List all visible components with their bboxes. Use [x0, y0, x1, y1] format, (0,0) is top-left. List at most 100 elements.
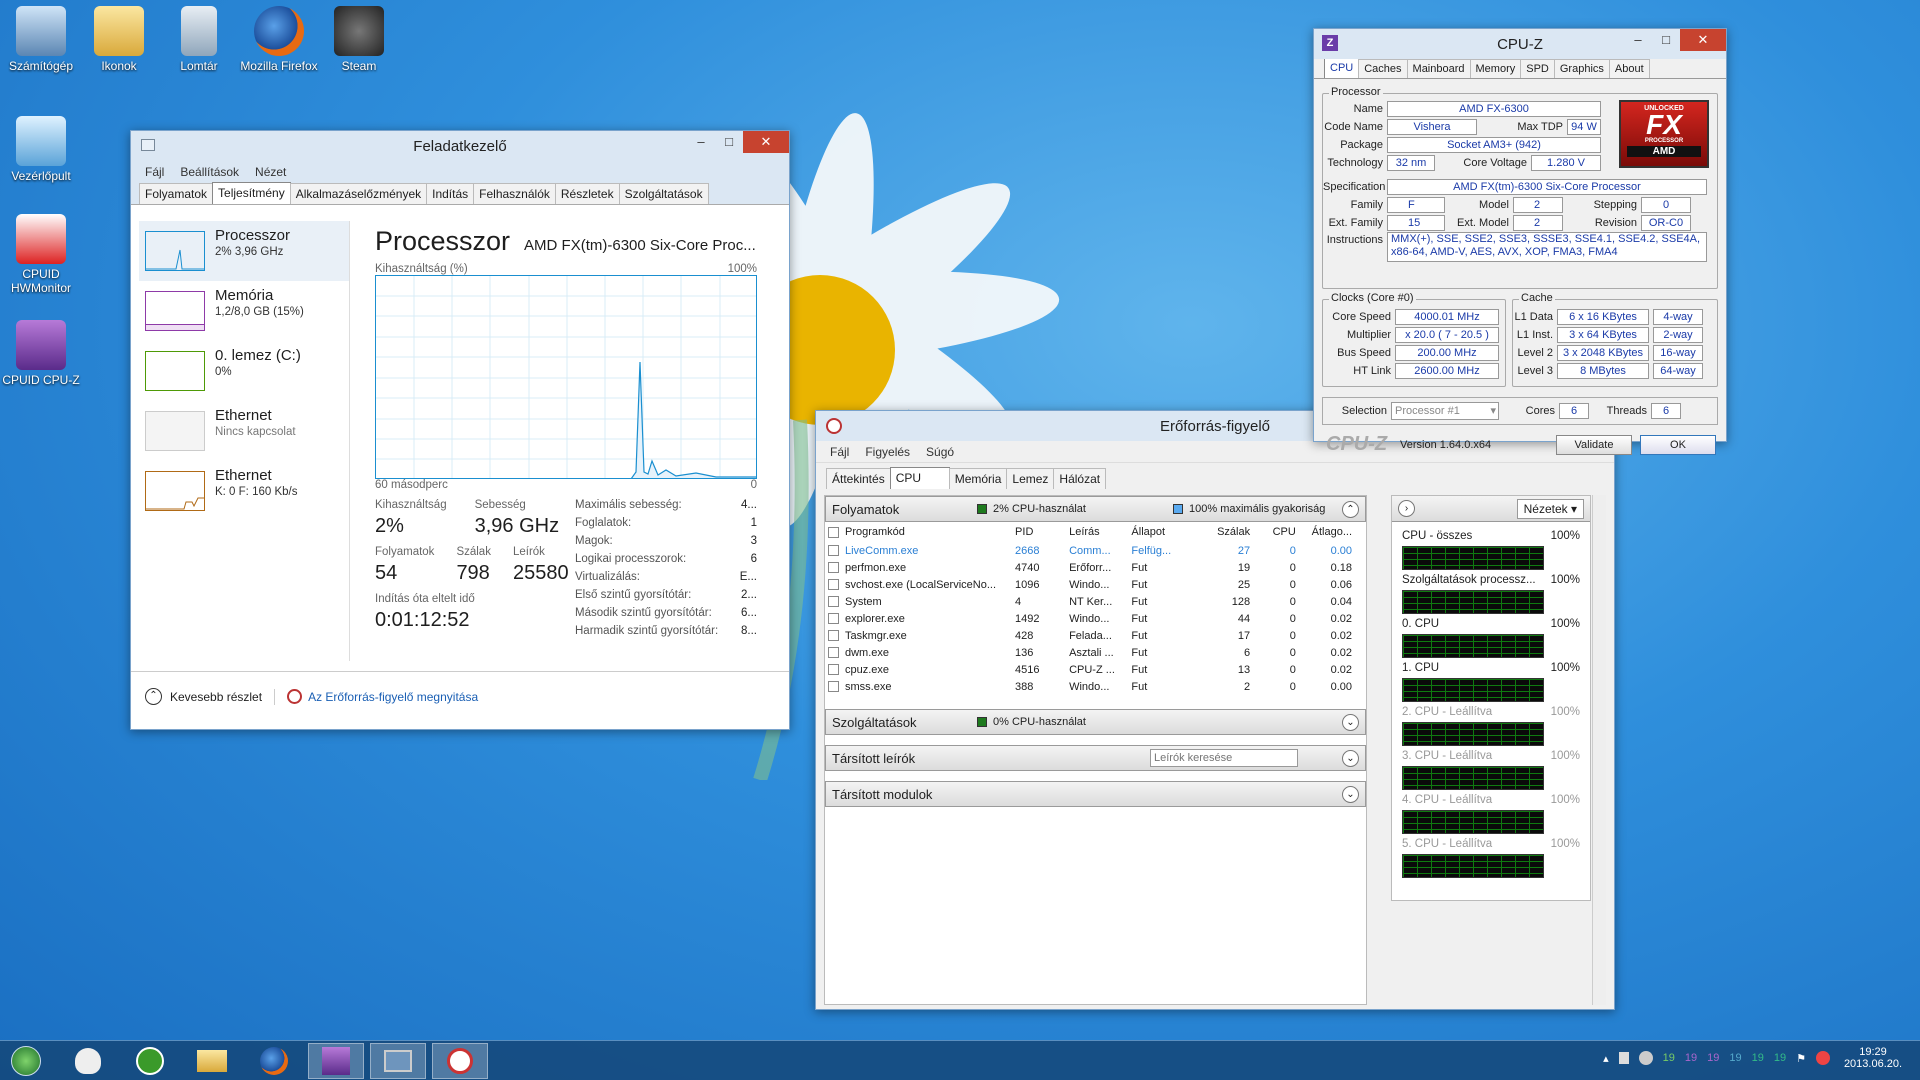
select-all-checkbox[interactable]: [828, 526, 839, 538]
table-row[interactable]: System 4 NT Ker... Fut 128 0 0.04: [825, 593, 1355, 610]
tray-temp[interactable]: 19: [1729, 1052, 1741, 1064]
row-checkbox[interactable]: [828, 681, 839, 693]
desktop-icon-hwmonitor[interactable]: CPUID HWMonitor: [0, 214, 82, 295]
col-pid[interactable]: PID: [1012, 522, 1066, 542]
tab-startup[interactable]: Indítás: [426, 183, 475, 204]
taskbar-utorrent[interactable]: [122, 1043, 178, 1079]
tab-details[interactable]: Részletek: [554, 183, 620, 204]
close-button[interactable]: ✕: [743, 131, 789, 153]
processes-section-header[interactable]: Folyamatok 2% CPU-használat 100% maximális…: [825, 496, 1366, 522]
maximize-button[interactable]: □: [715, 131, 743, 153]
menu-settings[interactable]: Beállítások: [180, 165, 239, 179]
tab-memory[interactable]: Memória: [948, 468, 1008, 489]
tab-memory[interactable]: Memory: [1469, 59, 1522, 78]
flag-icon[interactable]: ⚑: [1796, 1052, 1806, 1065]
handle-search-input[interactable]: [1150, 749, 1298, 767]
services-section-header[interactable]: Szolgáltatások 0% CPU-használat ⌄: [825, 709, 1366, 735]
row-checkbox[interactable]: [828, 647, 839, 659]
col-desc[interactable]: Leírás: [1066, 522, 1128, 542]
expand-icon[interactable]: ⌄: [1342, 750, 1359, 767]
scrollbar[interactable]: [1592, 495, 1606, 1005]
desktop-icon-ikonok[interactable]: Ikonok: [78, 6, 160, 73]
expand-icon[interactable]: ⌄: [1342, 714, 1359, 731]
row-checkbox[interactable]: [828, 545, 839, 557]
table-row[interactable]: svchost.exe (LocalServiceNo... 1096 Windo.…: [825, 576, 1355, 593]
taskbar-app-1[interactable]: [60, 1043, 116, 1079]
tab-network[interactable]: Hálózat: [1053, 468, 1107, 489]
tab-cpu[interactable]: CPU: [1324, 58, 1360, 78]
taskbar-task-manager[interactable]: [370, 1043, 426, 1079]
row-checkbox[interactable]: [828, 630, 839, 642]
tab-processes[interactable]: Folyamatok: [139, 183, 214, 204]
tab-performance[interactable]: Teljesítmény: [212, 182, 291, 204]
col-image[interactable]: Programkód: [825, 522, 1012, 542]
collapse-icon[interactable]: ⌃: [1342, 501, 1359, 518]
table-row[interactable]: cpuz.exe 4516 CPU-Z ... Fut 13 0 0.02: [825, 661, 1355, 678]
taskbar-explorer[interactable]: [184, 1043, 240, 1079]
resource-cpu[interactable]: Processzor 2% 3,96 GHz: [139, 221, 349, 281]
tray-temp[interactable]: 19: [1774, 1052, 1786, 1064]
minimize-button[interactable]: –: [687, 131, 715, 153]
tab-app-history[interactable]: Alkalmazáselőzmények: [289, 183, 428, 204]
cpuz-titlebar[interactable]: Z CPU-Z – □ ✕: [1314, 29, 1726, 59]
ok-button[interactable]: OK: [1640, 434, 1716, 455]
tab-cpu[interactable]: CPU: [889, 467, 950, 489]
col-cpu[interactable]: CPU: [1253, 522, 1299, 542]
desktop-icon-computer[interactable]: Számítógép: [0, 6, 82, 73]
tray-temp[interactable]: 19: [1752, 1052, 1764, 1064]
row-checkbox[interactable]: [828, 579, 839, 591]
processor-select[interactable]: Processor #1 ▾: [1391, 402, 1499, 420]
tab-about[interactable]: About: [1608, 59, 1650, 78]
open-resource-monitor-link[interactable]: Az Erőforrás-figyelő megnyitása: [287, 689, 478, 704]
col-threads[interactable]: Szálak: [1191, 522, 1253, 542]
menu-file[interactable]: Fájl: [830, 445, 849, 459]
row-checkbox[interactable]: [828, 664, 839, 676]
menu-view[interactable]: Nézet: [255, 165, 286, 179]
tray-temp[interactable]: 19: [1707, 1052, 1719, 1064]
maximize-button[interactable]: □: [1652, 29, 1680, 51]
taskbar-firefox[interactable]: [246, 1043, 302, 1079]
fewer-details-button[interactable]: ⌃ Kevesebb részlet: [145, 688, 262, 705]
handles-section-header[interactable]: Társított leírók⌄: [825, 745, 1366, 771]
tab-spd[interactable]: SPD: [1520, 59, 1555, 78]
desktop-icon-control-panel[interactable]: Vezérlőpult: [0, 116, 82, 183]
tray-expand-icon[interactable]: ▴: [1603, 1052, 1609, 1065]
tab-mainboard[interactable]: Mainboard: [1406, 59, 1471, 78]
expand-icon[interactable]: ⌄: [1342, 786, 1359, 803]
menu-file[interactable]: Fájl: [145, 165, 164, 179]
table-row[interactable]: LiveComm.exe 2668 Comm... Felfüg... 27 0 0.00: [825, 542, 1355, 559]
tray-icon[interactable]: [1618, 1052, 1629, 1064]
menu-help[interactable]: Súgó: [926, 445, 954, 459]
table-row[interactable]: Taskmgr.exe 428 Felada... Fut 17 0 0.02: [825, 627, 1355, 644]
row-checkbox[interactable]: [828, 596, 839, 608]
taskbar-cpuz[interactable]: [308, 1043, 364, 1079]
tab-overview[interactable]: Áttekintés: [826, 468, 891, 489]
task-manager-titlebar[interactable]: Feladatkezelő – □ ✕: [131, 131, 789, 161]
resource-disk[interactable]: 0. lemez (C:) 0%: [139, 341, 349, 401]
table-row[interactable]: dwm.exe 136 Asztali ... Fut 6 0 0.02: [825, 644, 1355, 661]
row-checkbox[interactable]: [828, 613, 839, 625]
tab-services[interactable]: Szolgáltatások: [618, 183, 709, 204]
desktop-icon-steam[interactable]: Steam: [318, 6, 400, 73]
network-icon[interactable]: [1816, 1051, 1830, 1065]
tab-caches[interactable]: Caches: [1358, 59, 1408, 78]
table-row[interactable]: perfmon.exe 4740 Erőforr... Fut 19 0 0.18: [825, 559, 1355, 576]
table-row[interactable]: smss.exe 388 Windo... Fut 2 0 0.00: [825, 678, 1355, 695]
col-status[interactable]: Állapot: [1128, 522, 1190, 542]
tab-disk[interactable]: Lemez: [1006, 468, 1055, 489]
resource-memory[interactable]: Memória 1,2/8,0 GB (15%): [139, 281, 349, 341]
taskbar-resource-monitor[interactable]: [432, 1043, 488, 1079]
desktop-icon-firefox[interactable]: Mozilla Firefox: [238, 6, 320, 73]
close-button[interactable]: ✕: [1680, 29, 1726, 51]
desktop-icon-cpuz[interactable]: CPUID CPU-Z: [0, 320, 82, 387]
col-avg[interactable]: Átlago...: [1299, 522, 1355, 542]
chevron-right-icon[interactable]: ›: [1398, 500, 1415, 517]
tray-steam-icon[interactable]: [1638, 1051, 1653, 1065]
tab-users[interactable]: Felhasználók: [473, 183, 556, 204]
desktop-icon-recycle-bin[interactable]: Lomtár: [158, 6, 240, 73]
row-checkbox[interactable]: [828, 562, 839, 574]
resource-ethernet-1[interactable]: Ethernet Nincs kapcsolat: [139, 401, 349, 461]
views-dropdown[interactable]: Nézetek ▾: [1516, 498, 1584, 519]
table-row[interactable]: explorer.exe 1492 Windo... Fut 44 0 0.02: [825, 610, 1355, 627]
modules-section-header[interactable]: Társított modulok ⌄: [825, 781, 1366, 807]
